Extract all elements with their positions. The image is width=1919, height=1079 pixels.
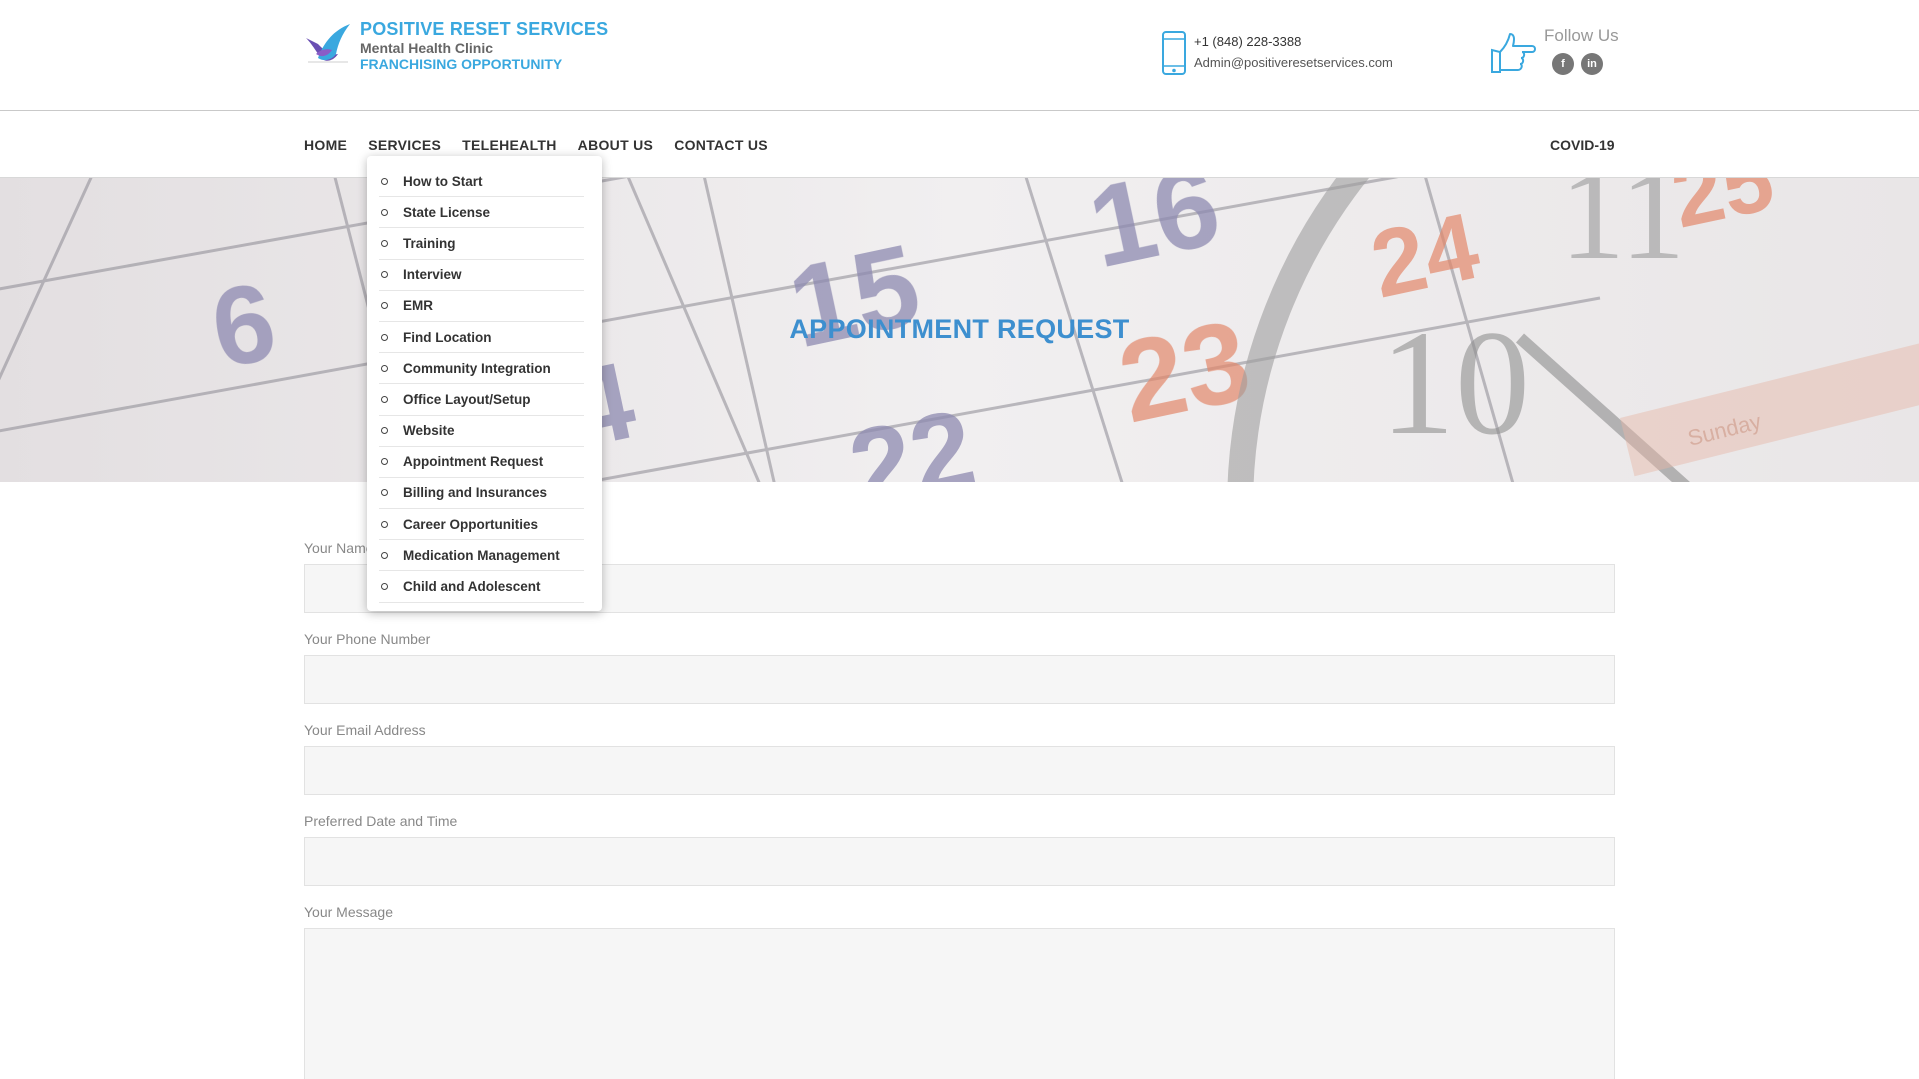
date-time-label: Preferred Date and Time — [304, 813, 458, 829]
follow-us-label: Follow Us — [1544, 26, 1619, 45]
bullet-icon — [381, 489, 388, 497]
menu-item-state-license[interactable]: State License — [379, 197, 584, 229]
brand-subtitle: Mental Health Clinic — [360, 40, 494, 56]
menu-item-medication-management[interactable]: Medication Management — [379, 540, 584, 572]
bullet-icon — [381, 364, 388, 372]
menu-item-training[interactable]: Training — [379, 228, 584, 260]
menu-item-label: Career Opportunities — [403, 516, 539, 532]
menu-item-billing-insurances[interactable]: Billing and Insurances — [379, 478, 584, 510]
menu-item-label: Office Layout/Setup — [403, 391, 531, 407]
menu-item-emr[interactable]: EMR — [379, 291, 584, 322]
bullet-icon — [381, 302, 388, 310]
pointing-hand-icon — [1491, 33, 1536, 73]
bullet-icon — [381, 333, 388, 341]
menu-item-appointment-request[interactable]: Appointment Request — [379, 447, 584, 478]
follow-us: Follow Us f in — [1488, 26, 1619, 76]
nav-telehealth[interactable]: TELEHEALTH — [462, 137, 557, 153]
nav-services[interactable]: SERVICES — [368, 137, 441, 153]
message-label: Your Message — [304, 904, 393, 920]
menu-item-label: How to Start — [403, 173, 483, 189]
email-address[interactable]: Admin@positiveresetservices.com — [1194, 52, 1393, 73]
phone-number[interactable]: +1 (848) 228-3388 — [1194, 31, 1393, 52]
bullet-icon — [381, 271, 388, 279]
menu-item-child-adolescent[interactable]: Child and Adolescent — [379, 571, 584, 603]
menu-item-interview[interactable]: Interview — [379, 260, 584, 291]
phone-icon — [1162, 31, 1186, 75]
menu-item-label: Appointment Request — [403, 454, 544, 470]
menu-item-website[interactable]: Website — [379, 416, 584, 447]
page-title: APPOINTMENT REQUEST — [789, 314, 1130, 344]
site-header: POSITIVE RESET SERVICES Mental Health Cl… — [0, 0, 1919, 111]
contact-info: +1 (848) 228-3388 Admin@positiveresetser… — [1160, 31, 1393, 75]
menu-item-label: Child and Adolescent — [403, 579, 541, 595]
menu-item-find-location[interactable]: Find Location — [379, 322, 584, 354]
menu-item-label: Training — [403, 235, 456, 251]
menu-item-label: Interview — [403, 267, 462, 283]
menu-item-label: Community Integration — [403, 360, 551, 376]
appointment-form: Your Name Your Phone Number Your Email A… — [304, 540, 1615, 1079]
nav-home[interactable]: HOME — [304, 137, 347, 153]
logo[interactable]: POSITIVE RESET SERVICES Mental Health Cl… — [304, 20, 608, 71]
nav-contact-us[interactable]: CONTACT US — [674, 137, 768, 153]
menu-item-label: Billing and Insurances — [403, 485, 548, 501]
facebook-icon[interactable]: f — [1552, 53, 1574, 75]
menu-item-label: EMR — [403, 298, 433, 314]
bullet-icon — [381, 520, 388, 528]
menu-item-label: Find Location — [403, 329, 492, 345]
brand-tagline: FRANCHISING OPPORTUNITY — [360, 56, 563, 72]
menu-item-label: Website — [403, 423, 455, 439]
menu-item-career-opportunities[interactable]: Career Opportunities — [379, 509, 584, 541]
message-field[interactable] — [304, 928, 1615, 1079]
linkedin-icon[interactable]: in — [1581, 53, 1603, 75]
menu-item-label: Medication Management — [403, 547, 560, 563]
bird-logo-icon — [306, 24, 350, 63]
clock-number-11: 11 — [1560, 178, 1685, 287]
main-nav: HOME SERVICES TELEHEALTH ABOUT US CONTAC… — [0, 111, 1919, 178]
menu-item-label: State License — [403, 204, 491, 220]
bullet-icon — [381, 551, 388, 559]
hero-banner: 6 15 16 4 22 23 24 25 10 11 Sunday APPOI… — [0, 178, 1919, 482]
bullet-icon — [381, 177, 388, 185]
email-label: Your Email Address — [304, 722, 426, 738]
bullet-icon — [381, 239, 388, 247]
phone-label: Your Phone Number — [304, 631, 431, 647]
calendar-number-15: 15 — [779, 221, 931, 373]
bullet-icon — [381, 395, 388, 403]
bullet-icon — [381, 208, 388, 216]
bullet-icon — [381, 583, 388, 591]
menu-item-how-to-start[interactable]: How to Start — [379, 166, 584, 198]
date-time-field[interactable] — [304, 837, 1615, 886]
nav-about-us[interactable]: ABOUT US — [578, 137, 654, 153]
bullet-icon — [381, 427, 388, 435]
nav-covid-19[interactable]: COVID-19 — [1550, 111, 1615, 178]
brand-title: POSITIVE RESET SERVICES — [360, 19, 609, 39]
services-dropdown-menu: How to Start State License Training Inte… — [367, 156, 602, 611]
menu-item-community-integration[interactable]: Community Integration — [379, 353, 584, 385]
email-field[interactable] — [304, 746, 1615, 795]
menu-item-office-layout-setup[interactable]: Office Layout/Setup — [379, 384, 584, 416]
bullet-icon — [381, 458, 388, 466]
phone-field[interactable] — [304, 655, 1615, 704]
